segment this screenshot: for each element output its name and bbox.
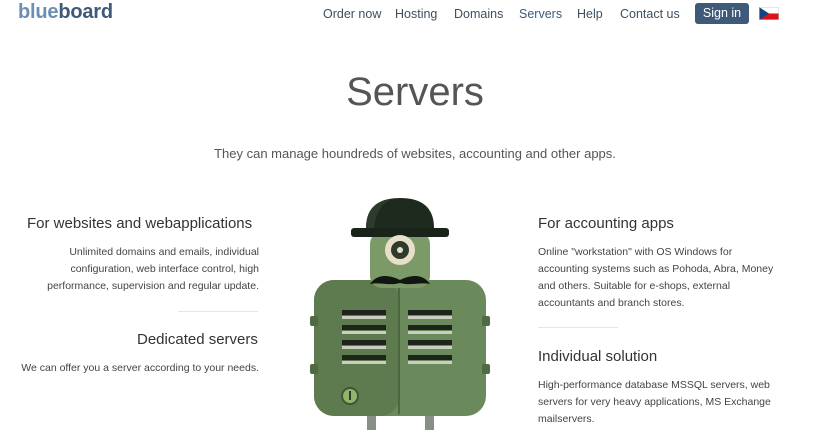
divider [538,327,618,328]
czech-flag-icon[interactable] [759,7,779,20]
page-title: Servers [346,70,484,114]
nav-contact-us[interactable]: Contact us [620,7,680,21]
feature-text-individual: High-performance database MSSQL servers,… [538,379,771,425]
feature-text-dedicated: We can offer you a server according to y… [21,362,259,374]
sign-in-button[interactable]: Sign in [695,3,749,24]
nav-hosting[interactable]: Hosting [395,7,437,21]
site-header: blueboard Order now Hosting Domains Serv… [0,0,830,30]
divider [178,311,258,312]
server-robot-illustration [300,192,500,430]
nav-help[interactable]: Help [577,7,603,21]
logo[interactable]: blueboard [18,1,113,24]
nav-servers[interactable]: Servers [519,7,562,21]
feature-text-accounting: Online "workstation" with OS Windows for… [538,246,774,309]
page-subtitle: They can manage houndreds of websites, a… [214,146,616,161]
feature-title-dedicated: Dedicated servers [137,331,258,348]
feature-text-websites: Unlimited domains and emails, individual… [47,246,259,292]
nav-domains[interactable]: Domains [454,7,503,21]
feature-title-websites: For websites and webapplications [27,215,253,232]
feature-title-accounting: For accounting apps [538,215,674,232]
nav-order-now[interactable]: Order now [323,7,381,21]
feature-title-individual: Individual solution [538,348,658,365]
